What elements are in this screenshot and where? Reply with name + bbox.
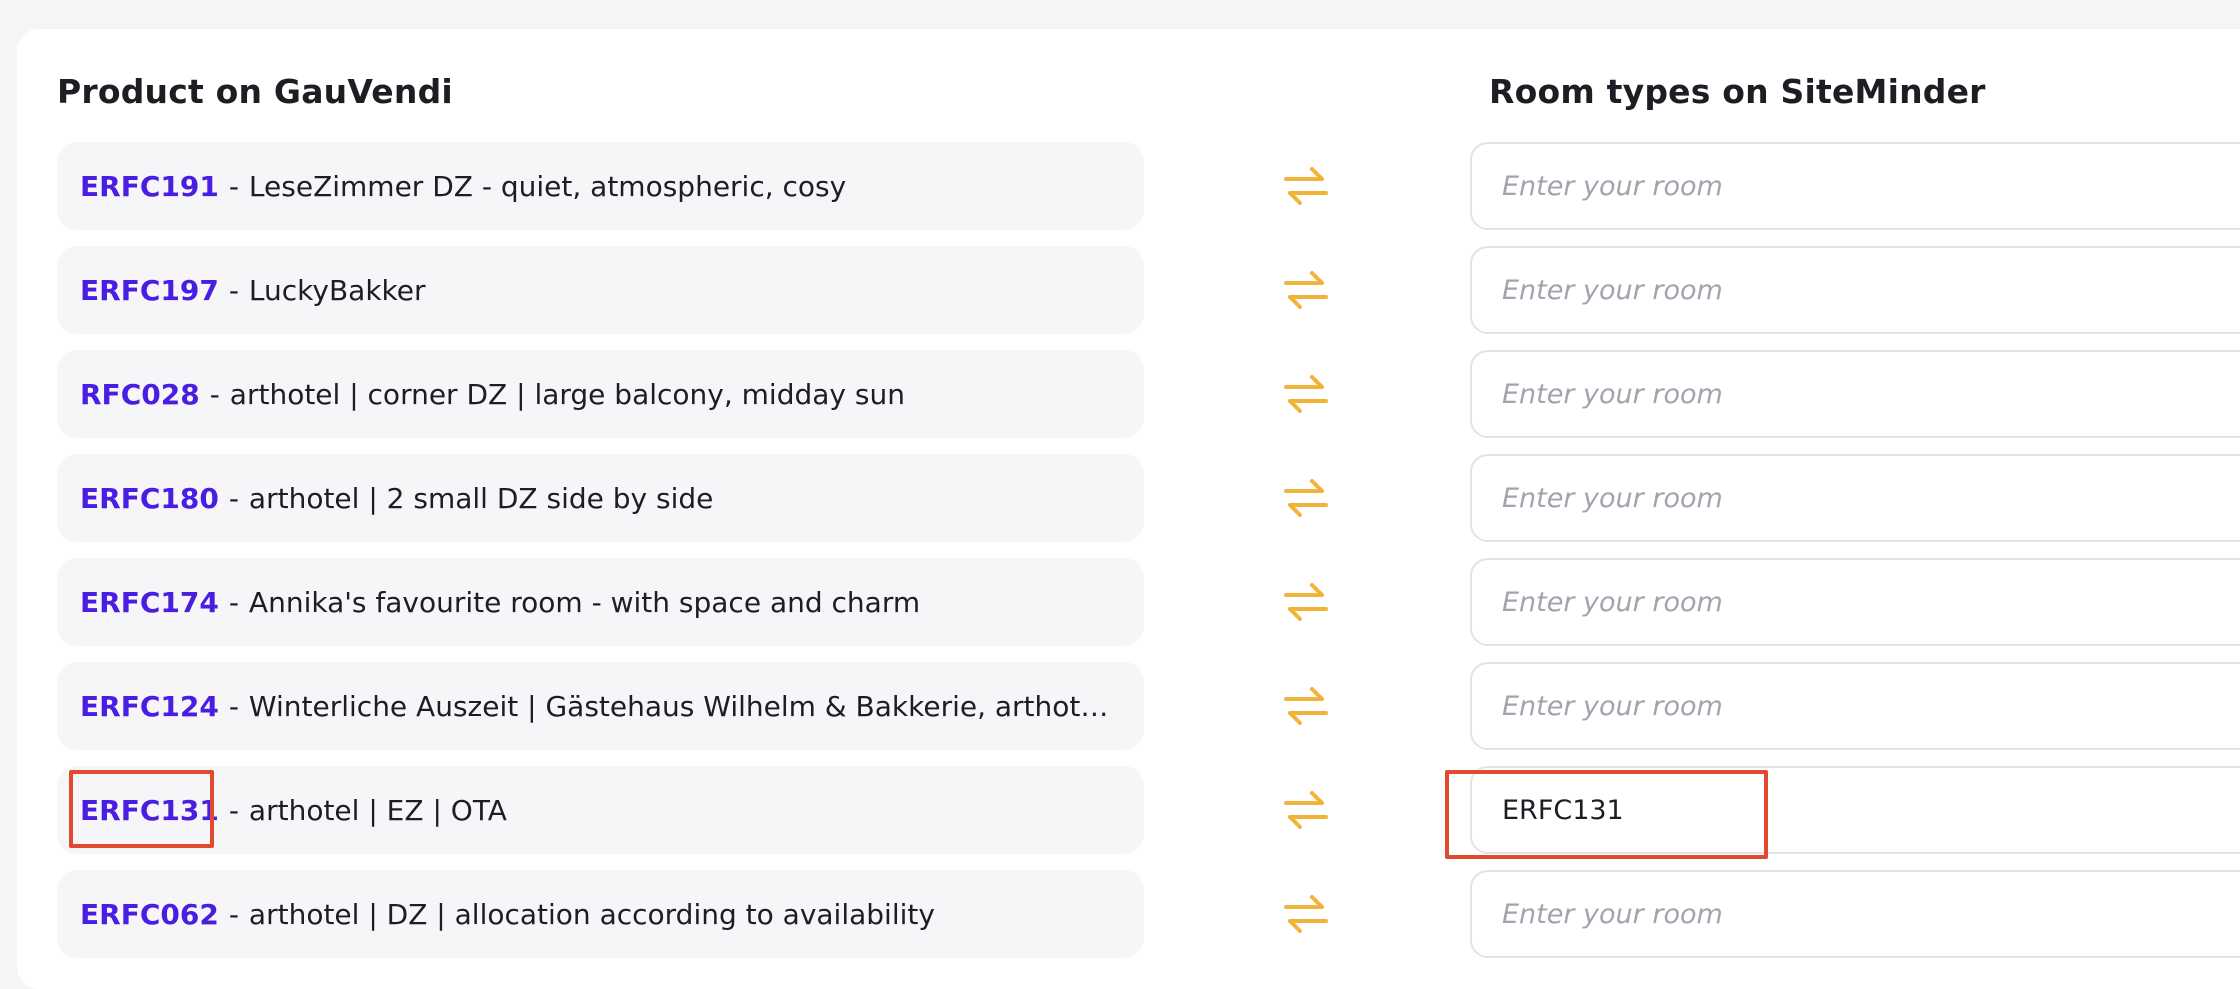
product-code-link[interactable]: ERFC062: [80, 898, 219, 931]
separator: -: [228, 585, 239, 619]
product-code-link[interactable]: ERFC191: [80, 170, 219, 203]
siteminder-room-types-heading: Room types on SiteMinder: [1489, 72, 1986, 111]
room-type-input[interactable]: [1502, 274, 2222, 306]
room-type-field: [1470, 662, 2240, 750]
room-type-input[interactable]: [1502, 690, 2222, 722]
product-code-link[interactable]: RFC028: [80, 378, 200, 411]
room-type-field: [1470, 558, 2240, 646]
swap-arrows-icon: [1284, 790, 1328, 830]
room-type-input[interactable]: [1502, 378, 2222, 410]
product-code-link[interactable]: ERFC197: [80, 274, 219, 307]
product-name: arthotel | EZ | OTA: [248, 793, 507, 827]
product-name: LuckyBakker: [248, 273, 426, 307]
separator: -: [228, 793, 239, 827]
product-name: arthotel | DZ | allocation according to …: [248, 897, 935, 931]
room-type-field: [1470, 454, 2240, 542]
product-code-link[interactable]: ERFC131: [80, 794, 219, 827]
room-type-input[interactable]: [1502, 170, 2222, 202]
product-code-link[interactable]: ERFC174: [80, 586, 219, 619]
product-row: ERFC174- Annika's favourite room - with s…: [57, 558, 1144, 646]
room-type-field: [1470, 350, 2240, 438]
swap-arrows-icon: [1284, 166, 1328, 206]
room-type-field: [1470, 246, 2240, 334]
swap-arrows-icon: [1284, 478, 1328, 518]
swap-arrows-icon: [1284, 686, 1328, 726]
room-type-input[interactable]: [1502, 898, 2222, 930]
room-type-field: [1470, 142, 2240, 230]
product-row: ERFC062- arthotel | DZ | allocation accor…: [57, 870, 1144, 958]
product-row: ERFC191- LeseZimmer DZ - quiet, atmospher…: [57, 142, 1144, 230]
swap-arrows-icon: [1284, 582, 1328, 622]
product-name: LeseZimmer DZ - quiet, atmospheric, cosy: [248, 169, 847, 203]
product-row: ERFC124- Winterliche Auszeit | Gästehaus …: [57, 662, 1144, 750]
product-name: arthotel | 2 small DZ side by side: [248, 481, 714, 515]
room-type-input[interactable]: [1502, 794, 2222, 826]
product-code-link[interactable]: ERFC180: [80, 482, 219, 515]
room-type-field: [1470, 766, 2240, 854]
separator: -: [209, 377, 220, 411]
room-type-input[interactable]: [1502, 482, 2222, 514]
product-code-link[interactable]: ERFC124: [80, 690, 219, 723]
product-row: ERFC131- arthotel | EZ | OTA: [57, 766, 1144, 854]
room-type-input[interactable]: [1502, 586, 2222, 618]
product-row: ERFC180- arthotel | 2 small DZ side by si…: [57, 454, 1144, 542]
product-row: ERFC197- LuckyBakker: [57, 246, 1144, 334]
product-name: Annika's favourite room - with space and…: [248, 585, 921, 619]
swap-arrows-icon: [1284, 270, 1328, 310]
product-row: RFC028- arthotel | corner DZ | large balc…: [57, 350, 1144, 438]
separator: -: [228, 481, 239, 515]
swap-arrows-icon: [1284, 374, 1328, 414]
gauvendi-products-heading: Product on GauVendi: [57, 72, 453, 111]
separator: -: [228, 897, 239, 931]
separator: -: [228, 689, 239, 723]
product-name: arthotel | corner DZ | large balcony, mi…: [229, 377, 905, 411]
separator: -: [228, 169, 239, 203]
room-type-field: [1470, 870, 2240, 958]
separator: -: [228, 273, 239, 307]
swap-arrows-icon: [1284, 894, 1328, 934]
product-name: Winterliche Auszeit | Gästehaus Wilhelm …: [248, 689, 1109, 723]
